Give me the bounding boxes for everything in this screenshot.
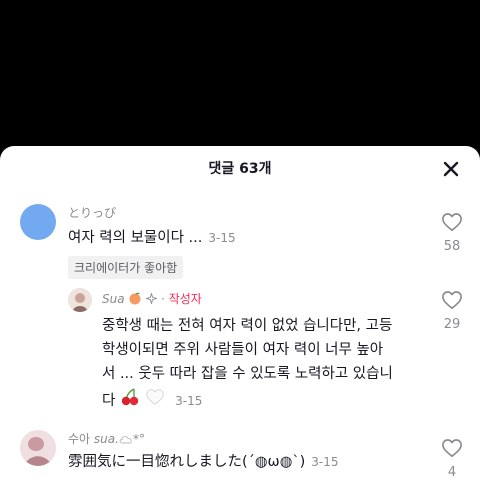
avatar[interactable] <box>68 288 92 312</box>
comment-username[interactable]: sua. <box>94 432 119 446</box>
reply-text: 중학생 때는 전혀 여자 력이 없었 습니다만, 고등 학생이되면 주위 사람들… <box>102 314 442 414</box>
comments-sheet: 댓글 63개 とりっぴ 여자 력의 보물이다 ... 3-15 크리에이터가 좋아… <box>0 146 480 486</box>
sheet-header: 댓글 63개 <box>0 146 480 192</box>
cloud-emoji <box>119 433 133 447</box>
comment-date: 3-15 <box>175 394 203 408</box>
cherries-emoji <box>120 388 140 414</box>
avatar[interactable] <box>20 430 56 466</box>
peach-emoji <box>128 291 142 308</box>
reply-text-line: 학생이되면 주위 사람들이 여자 력이 너무 높아 <box>102 342 384 358</box>
heart-outline-icon <box>442 213 462 231</box>
comments-count-title: 댓글 63개 <box>208 161 272 177</box>
comment-username[interactable]: とりっぴ <box>68 204 116 221</box>
reply-text-line: 다 <box>102 393 116 409</box>
like-count: 4 <box>447 465 457 480</box>
close-icon <box>443 161 459 177</box>
username-prefix: 수아 <box>68 432 91 446</box>
sparkle-emoji <box>145 291 159 307</box>
avatar-photo <box>20 430 56 466</box>
reply-item: Sua · 작성자 중학생 때는 전혀 여자 력이 없었 습니다만, 고등 학생… <box>0 284 480 414</box>
author-tag: 작성자 <box>168 292 202 306</box>
comment-username-row: 수아 sua. *° <box>68 430 145 447</box>
comment-date: 3-15 <box>208 231 236 245</box>
comment-date: 3-15 <box>311 455 339 469</box>
reply-text-line: 서 ... 웃두 따라 잡을 수 있도록 노력하고 있습니 <box>102 366 393 382</box>
like-button[interactable]: 29 <box>437 290 467 332</box>
like-count: 58 <box>443 239 461 254</box>
reply-text-line: 중학생 때는 전혀 여자 력이 없었 습니다만, 고등 <box>102 318 393 334</box>
avatar-photo <box>68 288 92 312</box>
avatar[interactable] <box>20 204 56 240</box>
creator-liked-badge: 크리에이터가 좋아함 <box>68 256 184 279</box>
comment-text-row: 雰囲気に一目惚れしました(ˊ◍ω◍ˋ) 3-15 <box>68 450 339 474</box>
comment-item: 수아 sua. *° 雰囲気に一目惚れしました(ˊ◍ω◍ˋ) 3-15 <box>0 426 480 486</box>
author-separator: · <box>161 292 165 306</box>
reply-last-line: 다 3-15 <box>102 388 442 414</box>
heart-outline-icon <box>442 291 462 309</box>
comment-text: 雰囲気に一目惚れしました(ˊ◍ω◍ˋ) <box>68 454 306 470</box>
close-button[interactable] <box>440 158 462 180</box>
like-button[interactable]: 58 <box>437 212 467 254</box>
reply-username-row: Sua · 작성자 <box>102 290 202 308</box>
username-suffix: *° <box>132 432 145 446</box>
comment-username[interactable]: Sua <box>102 292 125 306</box>
heart-outline-icon <box>442 439 462 457</box>
comment-text-row: 여자 력의 보물이다 ... 3-15 <box>68 226 236 250</box>
white-heart-emoji <box>145 388 165 414</box>
comment-text: 여자 력의 보물이다 ... <box>68 230 203 246</box>
like-count: 29 <box>443 317 461 332</box>
